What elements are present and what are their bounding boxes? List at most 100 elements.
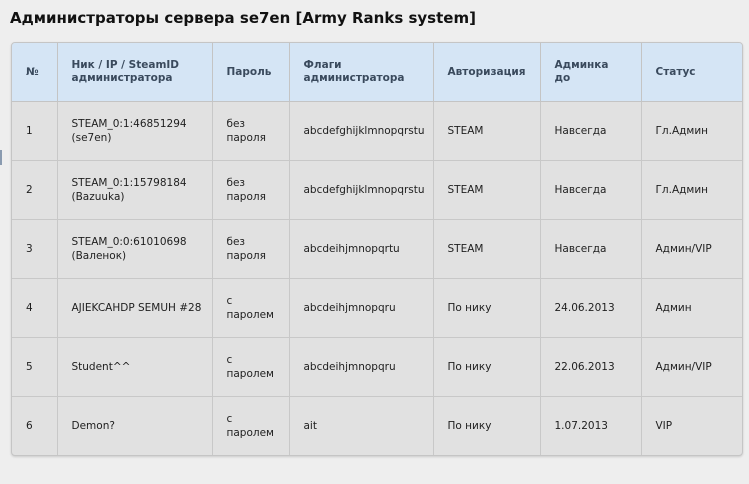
cell-status-text: Гл.Админ (655, 125, 709, 137)
cell-admin-id-text: STEAM_0:0:61010698 (Валенок) (71, 236, 187, 262)
cell-password: с паролем (212, 396, 290, 455)
cell-number: 2 (12, 160, 58, 220)
cell-flags: abcdeihjmnopqru (289, 278, 434, 338)
cell-status-text: Админ/VIP (655, 361, 712, 373)
cell-authorization: STEAM (433, 160, 541, 220)
table-row: 1 STEAM_0:1:46851294 (se7en) без пароля abcde… (12, 101, 742, 161)
cell-status: VIP (641, 397, 742, 456)
cell-status: Гл.Админ (641, 101, 742, 161)
cell-authorization-text: STEAM (447, 243, 484, 255)
column-header-flags: Флаги администратора (289, 43, 434, 102)
cell-status: Админ/VIP (641, 337, 742, 397)
cell-password: с паролем (212, 337, 290, 397)
cell-flags: abcdefghijklmnopqrstu (289, 101, 434, 161)
cell-authorization-text: По нику (447, 361, 492, 373)
cell-expires: Навсегда (540, 219, 642, 279)
cell-expires: 22.06.2013 (540, 337, 642, 397)
cell-password: без пароля (212, 101, 290, 161)
cell-expires: Навсегда (540, 101, 642, 161)
cell-status-text: Гл.Админ (655, 184, 709, 196)
cell-status: Гл.Админ (641, 160, 742, 220)
cell-number-text: 4 (26, 302, 33, 314)
cell-password-text: с паролем (226, 354, 274, 380)
cell-authorization: STEAM (433, 101, 541, 161)
header-row: № Ник / IP / SteamID администратора Парол… (12, 43, 742, 102)
cell-admin-id: AJIEKCAHDP SEMUH #28 (57, 278, 213, 338)
cell-number-text: 1 (26, 125, 33, 137)
cell-flags: abcdeihjmnopqru (289, 337, 434, 397)
cell-flags: abcdefghijklmnopqrstu (289, 160, 434, 220)
cell-expires: 24.06.2013 (540, 278, 642, 338)
cell-authorization-text: По нику (447, 302, 492, 314)
column-header-label: Ник / IP / SteamID администратора (71, 59, 180, 84)
cell-flags-text: abcdeihjmnopqrtu (303, 243, 400, 255)
left-edge-marker (0, 150, 2, 165)
table-row: 3 STEAM_0:0:61010698 (Валенок) без пароля abc… (12, 219, 742, 279)
cell-flags-text: ait (303, 420, 317, 432)
cell-authorization-text: STEAM (447, 184, 484, 196)
cell-expires: 1.07.2013 (540, 396, 642, 455)
column-header-number: № (12, 43, 58, 102)
cell-admin-id: STEAM_0:1:46851294 (se7en) (57, 101, 213, 161)
cell-admin-id-text: Student^^ (71, 361, 131, 373)
cell-number: 1 (12, 101, 58, 161)
column-header-status: Статус (641, 43, 742, 102)
cell-expires-text: 1.07.2013 (554, 420, 608, 432)
table-row: 6 Demon? с паролем ait По нику 1.07.2013 VIP (12, 396, 742, 456)
cell-flags: abcdeihjmnopqrtu (289, 219, 434, 279)
cell-password-text: с паролем (226, 413, 274, 439)
cell-password-text: с паролем (226, 295, 274, 321)
table-row: 4 AJIEKCAHDP SEMUH #28 с паролем abcdeihjmno… (12, 278, 742, 338)
page-title: Администраторы сервера se7en [Army Ranks… (10, 9, 476, 27)
cell-flags-text: abcdeihjmnopqru (303, 302, 396, 314)
cell-password: с паролем (212, 278, 290, 338)
cell-flags-text: abcdefghijklmnopqrstu (303, 125, 425, 137)
column-header-authorization: Авторизация (433, 43, 541, 102)
cell-status: Админ/VIP (641, 219, 742, 279)
cell-authorization-text: По нику (447, 420, 492, 432)
cell-number: 3 (12, 219, 58, 279)
cell-expires-text: 24.06.2013 (554, 302, 615, 314)
cell-authorization-text: STEAM (447, 125, 484, 137)
cell-expires-text: Навсегда (554, 243, 607, 255)
column-header-label: № (26, 65, 39, 78)
table-row: 2 STEAM_0:1:15798184 (Bazuuka) без пароля abc… (12, 160, 742, 220)
cell-status-text: Админ/VIP (655, 243, 712, 255)
cell-number: 4 (12, 278, 58, 338)
cell-expires-text: Навсегда (554, 125, 607, 137)
cell-admin-id-text: STEAM_0:1:46851294 (se7en) (71, 118, 187, 144)
cell-admin-id-text: Demon? (71, 420, 115, 432)
cell-admin-id: STEAM_0:1:15798184 (Bazuuka) (57, 160, 213, 220)
cell-password: без пароля (212, 219, 290, 279)
cell-password-text: без пароля (226, 236, 266, 262)
cell-expires: Навсегда (540, 160, 642, 220)
cell-expires-text: Навсегда (554, 184, 607, 196)
cell-flags-text: abcdefghijklmnopqrstu (303, 184, 425, 196)
cell-authorization: По нику (433, 278, 541, 338)
column-header-label: Флаги администратора (303, 59, 405, 84)
cell-admin-id-text: STEAM_0:1:15798184 (Bazuuka) (71, 177, 187, 203)
cell-number-text: 5 (26, 361, 33, 373)
cell-authorization: По нику (433, 396, 541, 455)
column-header-label: Админка до (554, 59, 609, 84)
cell-authorization: По нику (433, 337, 541, 397)
cell-password-text: без пароля (226, 177, 266, 203)
column-header-expires: Админка до (540, 43, 642, 102)
cell-expires-text: 22.06.2013 (554, 361, 615, 373)
cell-admin-id: STEAM_0:0:61010698 (Валенок) (57, 219, 213, 279)
column-header-label: Статус (655, 65, 696, 78)
cell-number-text: 6 (26, 420, 33, 432)
cell-admin-id: Student^^ (57, 337, 213, 397)
cell-flags-text: abcdeihjmnopqru (303, 361, 396, 373)
cell-number-text: 3 (26, 243, 33, 255)
table-header: № Ник / IP / SteamID администратора Парол… (12, 43, 742, 102)
column-header-admin-id: Ник / IP / SteamID администратора (57, 43, 213, 102)
cell-password: без пароля (212, 160, 290, 220)
column-header-password: Пароль (212, 43, 290, 102)
cell-admin-id-text: AJIEKCAHDP SEMUH #28 (71, 302, 202, 314)
cell-password-text: без пароля (226, 118, 266, 144)
cell-status-text: VIP (655, 420, 673, 432)
admins-table: № Ник / IP / SteamID администратора Парол… (12, 43, 742, 455)
column-header-label: Авторизация (447, 65, 526, 78)
table-body: 1 STEAM_0:1:46851294 (se7en) без пароля abcde… (12, 101, 742, 456)
